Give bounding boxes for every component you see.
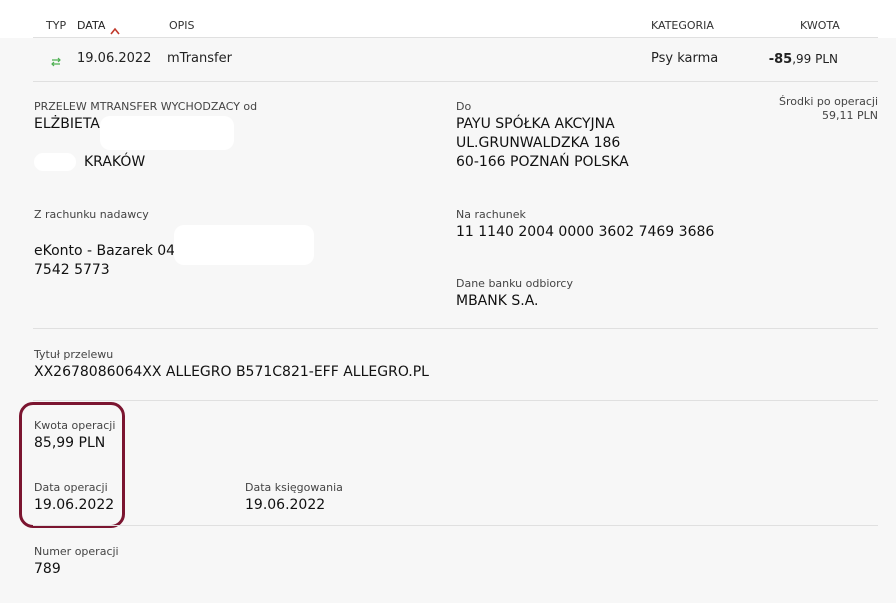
divider bbox=[33, 81, 878, 82]
sender-name: ELŻBIETA bbox=[34, 116, 100, 132]
balance-label: Środki po operacji bbox=[778, 95, 878, 108]
divider bbox=[33, 37, 878, 38]
posting-date-label: Data księgowania bbox=[245, 481, 343, 494]
header-description: OPIS bbox=[169, 19, 195, 32]
posting-date-value: 19.06.2022 bbox=[245, 497, 326, 513]
divider bbox=[33, 400, 878, 401]
redaction bbox=[174, 225, 314, 265]
transaction-amount: -85,99 PLN bbox=[769, 52, 838, 67]
transfer-arrows-icon bbox=[50, 53, 62, 72]
header-type: TYP bbox=[46, 19, 67, 32]
recipient-line1: PAYU SPÓŁKA AKCYJNA bbox=[456, 116, 615, 132]
divider bbox=[33, 525, 878, 526]
redaction bbox=[34, 153, 76, 171]
recipient-line2: UL.GRUNWALDZKA 186 bbox=[456, 135, 621, 151]
recipient-label: Do bbox=[456, 100, 472, 113]
sender-city: KRAKÓW bbox=[84, 154, 146, 170]
bank-value: MBANK S.A. bbox=[456, 293, 539, 309]
bank-label: Dane banku odbiorcy bbox=[456, 277, 573, 290]
balance-value: 59,11 PLN bbox=[822, 109, 878, 122]
transaction-description: mTransfer bbox=[167, 51, 232, 66]
transaction-date: 19.06.2022 bbox=[77, 51, 152, 66]
to-account-value: 11 1140 2004 0000 3602 7469 3686 bbox=[456, 224, 715, 240]
operation-number-label: Numer operacji bbox=[34, 545, 119, 558]
from-account-line1: eKonto - Bazarek 04 bbox=[34, 243, 176, 259]
from-account-label: Z rachunku nadawcy bbox=[34, 208, 149, 221]
to-account-label: Na rachunek bbox=[456, 208, 526, 221]
header-category: KATEGORIA bbox=[651, 19, 714, 32]
from-account-line2: 7542 5773 bbox=[34, 262, 110, 278]
recipient-line3: 60-166 POZNAŃ POLSKA bbox=[456, 154, 629, 170]
header-date-sort[interactable]: DATA bbox=[77, 19, 105, 32]
transfer-title-value: XX2678086064XX ALLEGRO B571C821-EFF ALLE… bbox=[34, 364, 429, 380]
highlight-box bbox=[19, 402, 125, 528]
transaction-row[interactable]: 19.06.2022 mTransfer Psy karma -85,99 PL… bbox=[33, 39, 878, 81]
table-header: TYP DATA OPIS KATEGORIA KWOTA bbox=[0, 0, 896, 38]
header-amount: KWOTA bbox=[800, 19, 840, 32]
transfer-title-label: Tytuł przelewu bbox=[34, 348, 114, 361]
amount-integer: -85 bbox=[768, 52, 793, 67]
sender-label: PRZELEW MTRANSFER WYCHODZACY od bbox=[34, 100, 258, 113]
amount-decimal: ,99 PLN bbox=[792, 52, 838, 66]
redaction bbox=[100, 116, 234, 150]
operation-number-value: 789 bbox=[34, 561, 61, 577]
divider bbox=[33, 328, 878, 329]
transaction-category[interactable]: Psy karma bbox=[651, 51, 718, 66]
